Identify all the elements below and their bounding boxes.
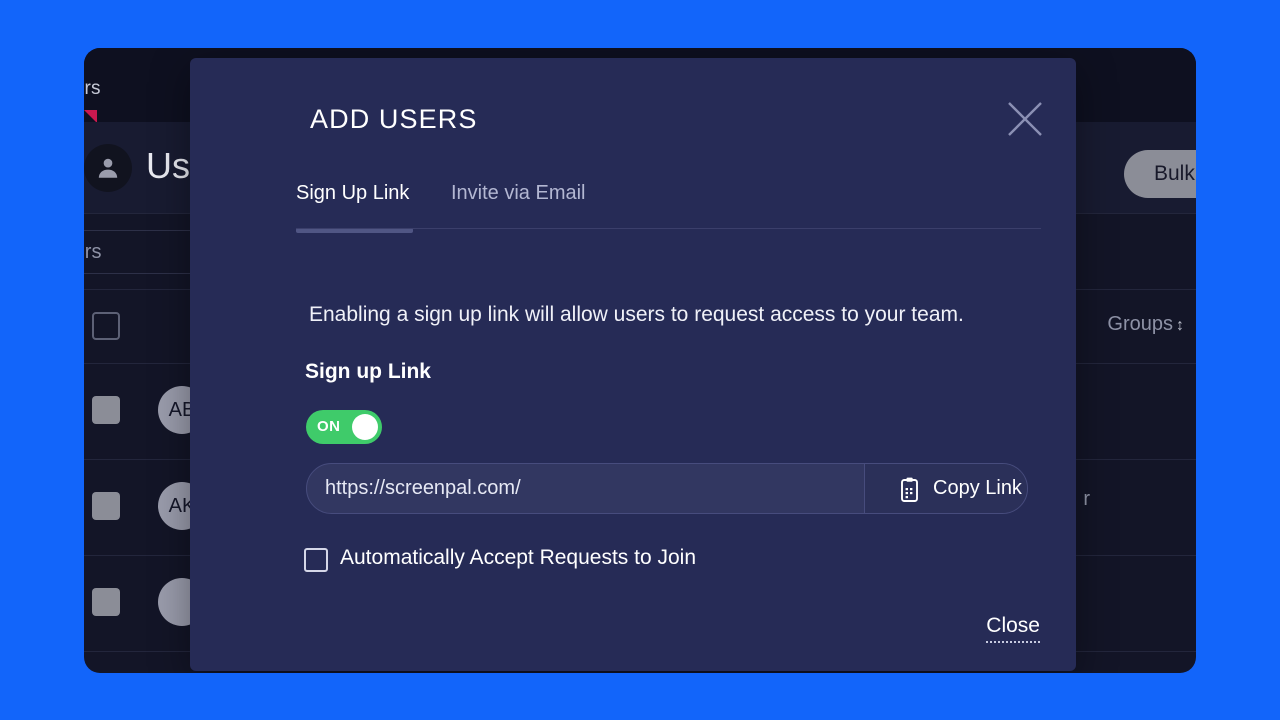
modal-overlay: ADD USERS Sign Up Link Invite via Email … <box>84 48 1196 673</box>
copy-link-label: Copy Link <box>933 477 1022 499</box>
tab-invite-via-email[interactable]: Invite via Email <box>451 182 586 219</box>
auto-accept-label: Automatically Accept Requests to Join <box>340 546 697 569</box>
close-x-icon[interactable] <box>998 92 1052 146</box>
modal-tabs: Sign Up Link Invite via Email <box>296 182 1016 233</box>
close-button[interactable]: Close <box>986 614 1040 643</box>
screen-root: sers Us Bulk Use Filters Groups↕ <box>0 0 1280 720</box>
checkbox-unchecked-icon[interactable] <box>304 548 328 572</box>
signup-link-field-row: https://screenpal.com/ Copy Link <box>306 463 1028 514</box>
copy-link-button[interactable]: Copy Link <box>865 464 1027 513</box>
signup-link-label: Sign up Link <box>305 360 431 383</box>
modal-title: ADD USERS <box>310 104 478 134</box>
tab-sign-up-link[interactable]: Sign Up Link <box>296 182 409 219</box>
clipboard-copy-icon <box>898 477 922 503</box>
tabs-divider <box>296 228 1041 229</box>
toggle-state-label: ON <box>317 418 341 435</box>
signup-link-toggle[interactable]: ON <box>306 410 382 444</box>
signup-link-input[interactable]: https://screenpal.com/ <box>325 477 521 500</box>
modal-description: Enabling a sign up link will allow users… <box>309 303 964 326</box>
app-window: sers Us Bulk Use Filters Groups↕ <box>84 48 1196 673</box>
add-users-modal: ADD USERS Sign Up Link Invite via Email … <box>190 58 1076 671</box>
toggle-knob <box>352 414 378 440</box>
